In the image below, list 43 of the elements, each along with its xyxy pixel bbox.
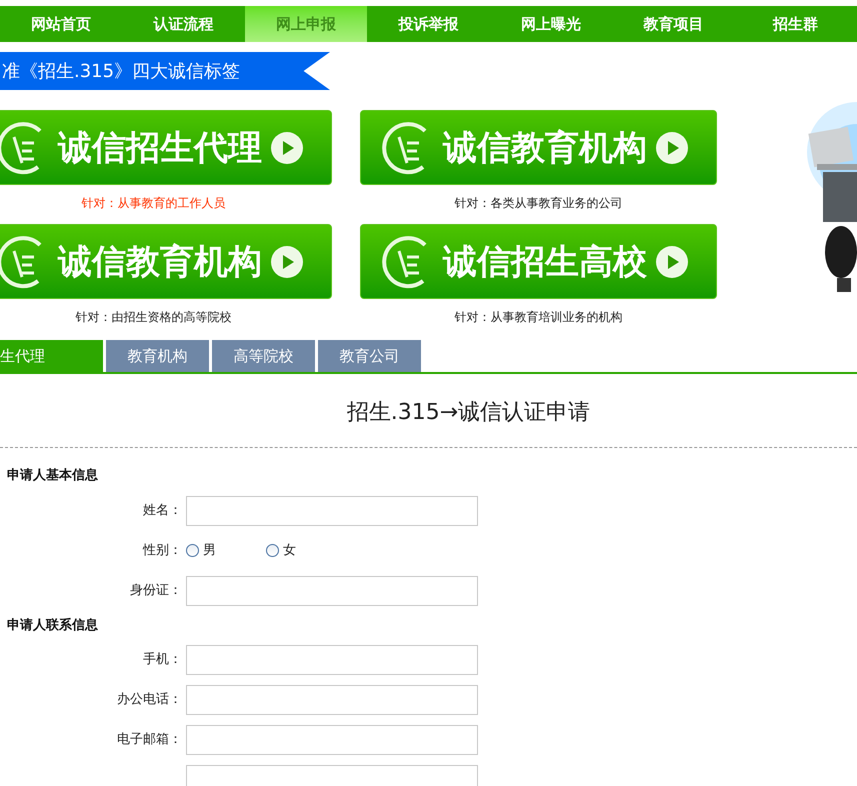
nav-link[interactable]: 认证流程 (122, 6, 245, 42)
field-label: 办公电话： (116, 691, 183, 710)
category-caption: 针对：从事教育培训业务的机构 (454, 309, 622, 326)
nav-link[interactable]: 投诉举报 (367, 6, 490, 42)
play-icon (270, 130, 304, 164)
nav-link[interactable]: 教育项目 (612, 6, 735, 42)
section-heading: 申请人联系信息 (6, 616, 99, 634)
category-button[interactable]: 诚信招生高校 (360, 224, 717, 299)
input-field[interactable] (186, 645, 478, 675)
play-icon (655, 130, 689, 164)
banner: 准《招生.315》四大诚信标签 (0, 52, 330, 90)
input-field[interactable] (186, 496, 478, 526)
section-heading: 申请人基本信息 (6, 467, 99, 485)
field-label: 性别： (142, 542, 183, 560)
input-field[interactable] (186, 685, 478, 715)
tab[interactable]: 教育公司 (318, 340, 421, 372)
radio-button[interactable] (186, 544, 199, 557)
category-button[interactable]: 诚信教育机构 (0, 224, 332, 299)
nav-link[interactable]: 网上申报 (244, 6, 368, 42)
field-label: 电子邮箱： (116, 731, 183, 750)
play-icon (270, 244, 304, 278)
input-field[interactable] (186, 576, 478, 606)
field-label: 姓名： (142, 502, 183, 520)
input-field[interactable] (186, 765, 478, 786)
radio-button[interactable] (266, 544, 279, 557)
field-label: 手机： (142, 651, 183, 670)
category-caption: 针对：由招生资格的高等院校 (76, 309, 232, 326)
category-button[interactable]: 诚信招生代理 (0, 110, 332, 185)
tab[interactable]: 高等院校 (212, 340, 315, 372)
radio-label: 男 (203, 542, 216, 560)
category-caption: 针对：各类从事教育业务的公司 (454, 195, 622, 212)
nav-link[interactable]: 网上曝光 (490, 6, 612, 42)
nav-link[interactable]: 招生群 (734, 6, 857, 42)
input-field[interactable] (186, 725, 478, 755)
category-button[interactable]: 诚信教育机构 (360, 110, 717, 185)
nav-link[interactable]: 网站首页 (0, 6, 122, 42)
field-label: 身份证： (129, 582, 183, 600)
play-icon (655, 244, 689, 278)
tab[interactable]: 生代理 (0, 340, 103, 372)
category-caption: 针对：从事教育的工作人员 (82, 195, 226, 212)
form-title: 招生.315→诚信认证申请 (346, 399, 592, 427)
tab[interactable]: 教育机构 (106, 340, 209, 372)
radio-label: 女 (283, 542, 296, 560)
